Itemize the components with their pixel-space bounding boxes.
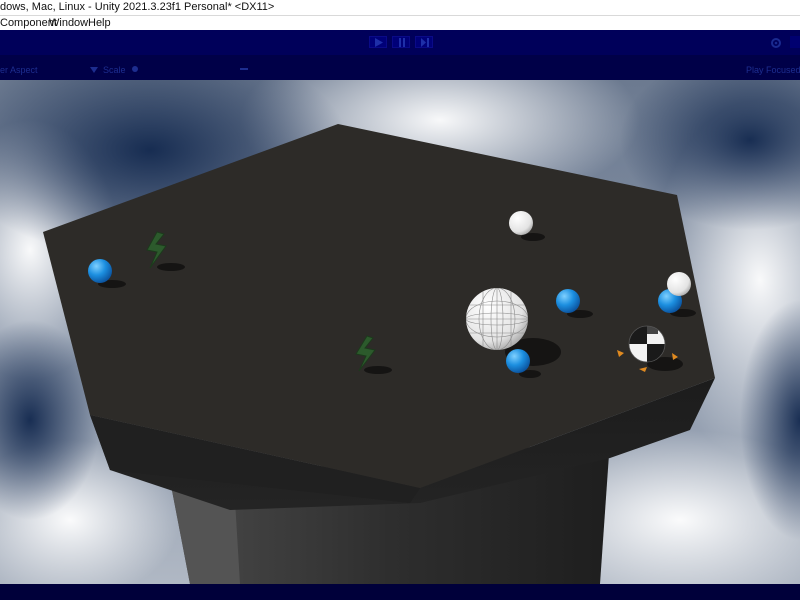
menu-window[interactable]: Window	[49, 17, 88, 29]
scale-label: Scale	[103, 65, 126, 75]
chevron-down-icon[interactable]	[90, 67, 98, 73]
blue-sphere	[506, 349, 530, 373]
window-titlebar: dows, Mac, Linux - Unity 2021.3.23f1 Per…	[0, 0, 800, 16]
white-sphere	[667, 272, 691, 296]
game-viewport[interactable]	[0, 80, 800, 584]
scale-slider-handle[interactable]	[132, 66, 138, 72]
main-toolbar	[0, 30, 800, 55]
aspect-dropdown[interactable]: er Aspect	[0, 65, 38, 75]
play-icon	[375, 38, 383, 47]
play-button[interactable]	[369, 36, 387, 48]
menu-bar: Component Window Help	[0, 16, 800, 30]
scene-render	[0, 80, 800, 584]
menu-help[interactable]: Help	[88, 17, 111, 29]
blue-sphere	[88, 259, 112, 283]
checkered-ball	[628, 325, 666, 363]
play-focused-dropdown[interactable]: Play Focused	[746, 65, 800, 75]
settings-button[interactable]	[770, 36, 782, 48]
window-title: dows, Mac, Linux - Unity 2021.3.23f1 Per…	[0, 1, 275, 13]
account-button[interactable]	[790, 36, 800, 48]
scale-slider-track[interactable]	[240, 68, 248, 70]
game-view-bar: er Aspect Scale Play Focused	[0, 55, 800, 80]
gear-icon	[771, 38, 781, 48]
status-bar	[0, 584, 800, 600]
pause-button[interactable]	[392, 36, 410, 48]
white-sphere	[509, 211, 533, 235]
step-icon	[421, 38, 429, 47]
step-button[interactable]	[415, 36, 433, 48]
player-sphere	[466, 288, 528, 350]
pause-icon	[399, 38, 405, 47]
blue-sphere	[556, 289, 580, 313]
